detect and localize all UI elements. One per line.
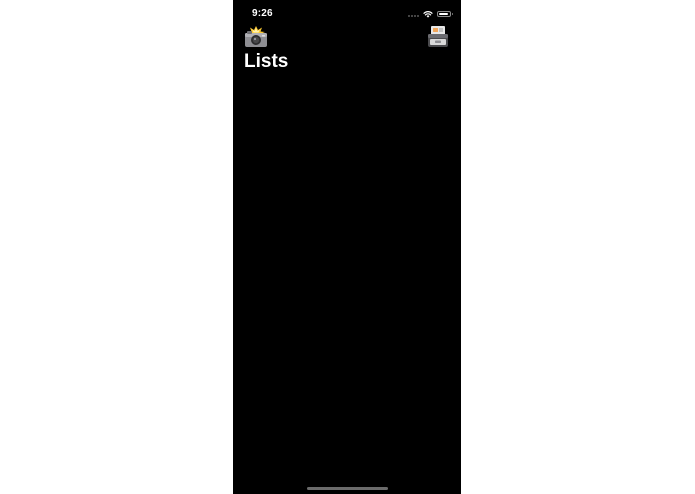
camera-flash-icon: [245, 26, 267, 47]
battery-icon: [437, 11, 453, 17]
home-indicator[interactable]: [307, 487, 388, 490]
battery-tip: [451, 13, 453, 15]
phone-screen: 9:26 Lists: [233, 0, 461, 494]
card-box-icon: [428, 26, 448, 47]
cellular-signal-icon: [408, 11, 419, 17]
battery-level: [439, 13, 448, 15]
card-box-button[interactable]: [426, 25, 450, 49]
status-time: 9:26: [252, 8, 273, 19]
status-bar: 9:26: [233, 0, 461, 26]
wifi-icon: [423, 10, 433, 18]
camera-button[interactable]: [243, 26, 269, 48]
status-icons: [408, 9, 453, 19]
page-title: Lists: [244, 51, 289, 72]
page-canvas: 9:26 Lists: [0, 0, 695, 494]
